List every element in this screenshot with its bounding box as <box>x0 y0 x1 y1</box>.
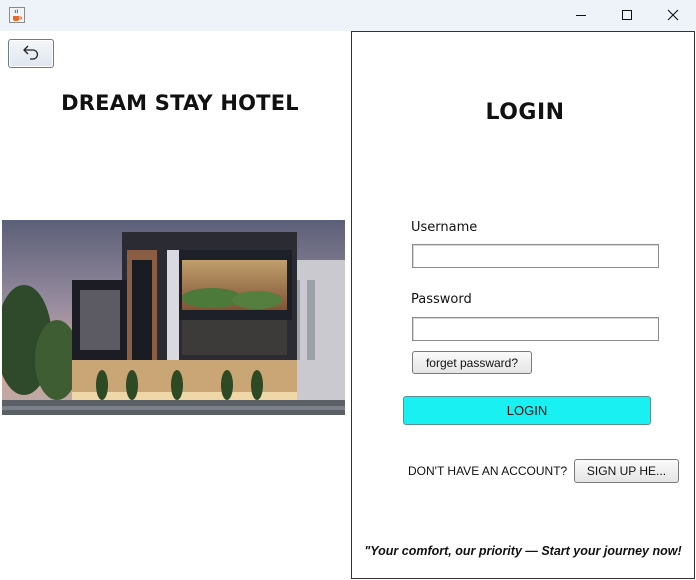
close-icon <box>667 6 679 25</box>
java-cup-icon[interactable] <box>9 7 25 23</box>
maximize-button[interactable] <box>604 0 650 31</box>
sign-up-button[interactable]: SIGN UP HE... <box>574 459 679 483</box>
login-panel: LOGIN Username Password forget passward?… <box>351 31 695 579</box>
maximize-icon <box>621 6 633 25</box>
password-input[interactable] <box>412 317 659 341</box>
back-button[interactable] <box>8 39 54 68</box>
password-label: Password <box>411 292 472 307</box>
close-button[interactable] <box>650 0 696 31</box>
hotel-building-photo <box>2 220 345 415</box>
minimize-button[interactable] <box>558 0 604 31</box>
username-label: Username <box>411 220 478 235</box>
left-panel: DREAM STAY HOTEL <box>0 31 350 580</box>
tagline: "Your comfort, our priority — Start your… <box>364 544 682 558</box>
window-titlebar <box>0 0 696 31</box>
hotel-name: DREAM STAY HOTEL <box>61 91 299 115</box>
login-button[interactable]: LOGIN <box>403 396 651 425</box>
back-arrow-icon <box>21 44 41 63</box>
minimize-icon <box>575 6 587 25</box>
no-account-text: DON'T HAVE AN ACCOUNT? <box>408 464 568 478</box>
forget-password-button[interactable]: forget passward? <box>412 351 532 374</box>
username-input[interactable] <box>412 244 659 268</box>
login-title: LOGIN <box>485 100 565 125</box>
